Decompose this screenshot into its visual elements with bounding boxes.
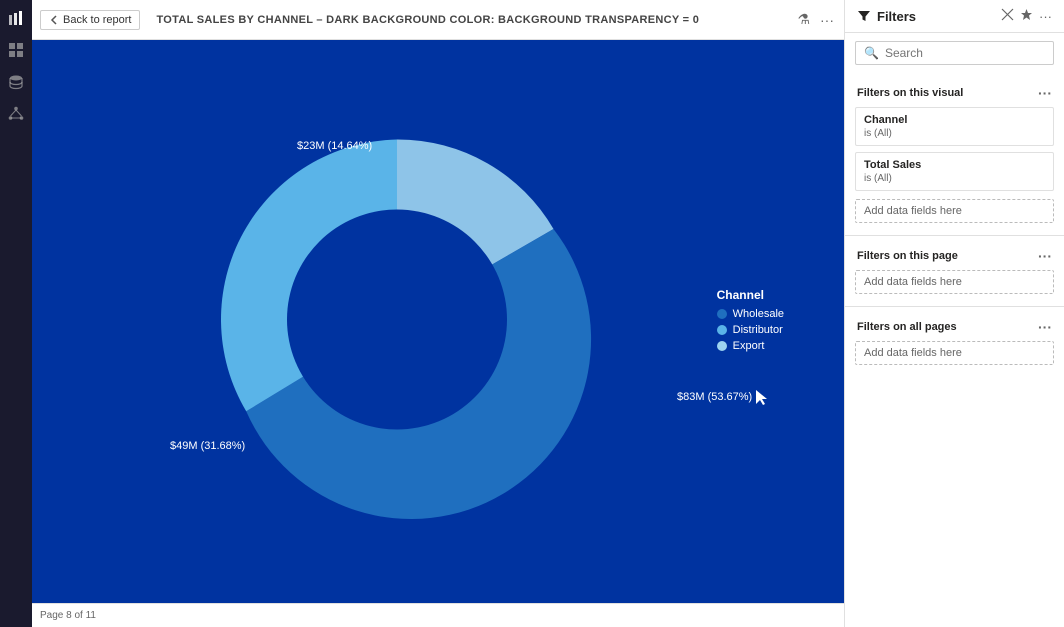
total-sales-filter-value: is (All) bbox=[864, 173, 1045, 184]
channel-filter-value: is (All) bbox=[864, 128, 1045, 139]
grid-icon[interactable] bbox=[6, 40, 26, 60]
legend-item-distributor: Distributor bbox=[717, 324, 784, 336]
chart-legend: Channel Wholesale Distributor Export bbox=[717, 288, 784, 356]
filter-icon[interactable]: ⚗ bbox=[795, 9, 812, 30]
distributor-label: $49M (31.68%) bbox=[170, 440, 245, 452]
funnel-icon bbox=[857, 9, 871, 23]
more-filters-icon[interactable]: ··· bbox=[1039, 9, 1052, 24]
total-sales-filter-card[interactable]: Total Sales is (All) bbox=[855, 152, 1054, 191]
divider-2 bbox=[845, 306, 1064, 307]
search-input[interactable] bbox=[885, 46, 1045, 60]
pin-icon[interactable] bbox=[1020, 8, 1033, 24]
filters-header: Filters ··· bbox=[845, 0, 1064, 33]
page-filter-dots[interactable]: ··· bbox=[1038, 248, 1052, 264]
export-label: $23M (14.64%) bbox=[297, 140, 372, 152]
top-bar: Back to report TOTAL SALES BY CHANNEL – … bbox=[32, 0, 844, 40]
clear-filters-icon[interactable] bbox=[1001, 8, 1014, 24]
search-icon: 🔍 bbox=[864, 46, 879, 60]
wholesale-dot bbox=[717, 309, 727, 319]
channel-filter-card[interactable]: Channel is (All) bbox=[855, 107, 1054, 146]
wholesale-label: $83M (53.67%) bbox=[677, 388, 768, 406]
data-icon[interactable] bbox=[6, 72, 26, 92]
page-title: TOTAL SALES BY CHANNEL – DARK BACKGROUND… bbox=[156, 14, 699, 26]
legend-item-wholesale: Wholesale bbox=[717, 308, 784, 320]
filters-on-visual-label: Filters on this visual ··· bbox=[845, 77, 1064, 105]
export-label-text: Export bbox=[733, 340, 765, 352]
legend-title: Channel bbox=[717, 288, 784, 302]
distributor-label-text: Distributor bbox=[733, 324, 783, 336]
add-data-all-pages-button[interactable]: Add data fields here bbox=[855, 341, 1054, 365]
channel-filter-title: Channel bbox=[864, 114, 1045, 126]
main-area: Back to report TOTAL SALES BY CHANNEL – … bbox=[32, 0, 844, 627]
back-to-report-button[interactable]: Back to report bbox=[40, 10, 140, 30]
filters-title: Filters bbox=[857, 9, 916, 24]
left-sidebar bbox=[0, 0, 32, 627]
filters-panel: Filters ··· 🔍 Filters on this visual ··· bbox=[844, 0, 1064, 627]
report-icon[interactable] bbox=[6, 8, 26, 28]
add-data-page-button[interactable]: Add data fields here bbox=[855, 270, 1054, 294]
legend-item-export: Export bbox=[717, 340, 784, 352]
visual-filter-dots[interactable]: ··· bbox=[1038, 85, 1052, 101]
filters-header-icons: ··· bbox=[1001, 8, 1052, 24]
top-bar-icons: ⚗ ··· bbox=[795, 9, 836, 30]
total-sales-filter-title: Total Sales bbox=[864, 159, 1045, 171]
chart-area: $23M (14.64%) $83M (53.67%) $49M (31.68%… bbox=[32, 40, 844, 603]
divider-1 bbox=[845, 235, 1064, 236]
filters-on-all-pages-label: Filters on all pages ··· bbox=[845, 311, 1064, 339]
bottom-bar: Page 8 of 11 bbox=[32, 603, 844, 627]
filters-body: Filters on this visual ··· Channel is (A… bbox=[845, 73, 1064, 627]
model-icon[interactable] bbox=[6, 104, 26, 124]
all-pages-filter-dots[interactable]: ··· bbox=[1038, 319, 1052, 335]
page-info: Page 8 of 11 bbox=[40, 610, 96, 621]
back-button-label: Back to report bbox=[63, 14, 131, 26]
add-data-visual-button[interactable]: Add data fields here bbox=[855, 199, 1054, 223]
filters-on-page-label: Filters on this page ··· bbox=[845, 240, 1064, 268]
distributor-dot bbox=[717, 325, 727, 335]
export-dot bbox=[717, 341, 727, 351]
donut-chart bbox=[167, 89, 627, 554]
wholesale-label-text: Wholesale bbox=[733, 308, 784, 320]
more-options-icon[interactable]: ··· bbox=[818, 10, 836, 30]
search-box[interactable]: 🔍 bbox=[855, 41, 1054, 65]
